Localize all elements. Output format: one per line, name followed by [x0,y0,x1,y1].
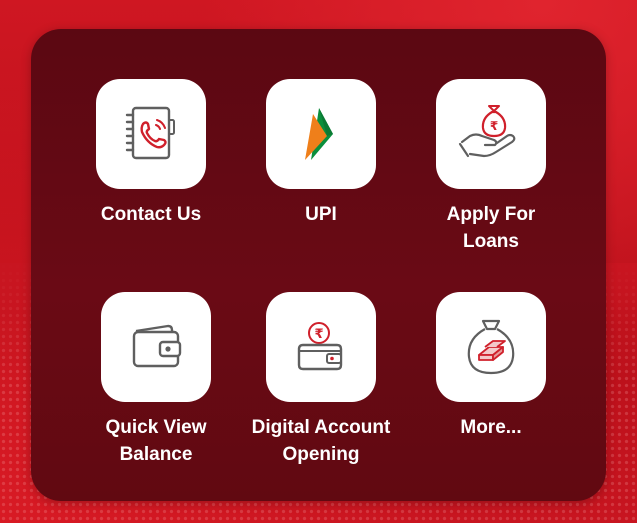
tile-digital-account-opening-box[interactable]: ₹ [266,292,376,402]
tile-quick-view-balance-label[interactable]: Quick View Balance [96,414,216,468]
tile-digital-account-opening-label[interactable]: Digital Account Opening [236,414,406,468]
tile-digital-account-opening[interactable]: ₹ Digital Account Opening [236,292,406,468]
svg-text:₹: ₹ [314,327,323,342]
tile-upi-box[interactable] [266,79,376,189]
tile-quick-view-balance-box[interactable] [101,292,211,402]
tile-apply-for-loans-box[interactable]: ₹ [436,79,546,189]
tile-apply-for-loans[interactable]: ₹ Apply For Loans [416,79,566,255]
tile-upi-label[interactable]: UPI [256,201,386,228]
rupee-bag-icon: ₹ [297,322,343,371]
tile-more-label[interactable]: More... [426,414,556,441]
quick-services-panel: Contact Us UPI ₹ Apply For Loans Quick V… [31,29,606,501]
tile-contact-us[interactable]: Contact Us [86,79,216,228]
contact-book-phone-icon [125,106,175,160]
tile-contact-us-label[interactable]: Contact Us [86,201,216,228]
tile-quick-view-balance[interactable]: Quick View Balance [91,292,221,468]
tile-apply-for-loans-label[interactable]: Apply For Loans [431,201,551,255]
wallet-icon [132,324,182,368]
tile-contact-us-box[interactable] [96,79,206,189]
upi-logo-icon [305,108,333,160]
tile-upi[interactable]: UPI [256,79,386,228]
svg-text:₹: ₹ [490,119,498,133]
hand-money-bag-icon: ₹ [458,105,516,158]
gold-bag-icon [467,319,515,375]
tile-more[interactable]: More... [426,292,556,441]
tile-more-box[interactable] [436,292,546,402]
